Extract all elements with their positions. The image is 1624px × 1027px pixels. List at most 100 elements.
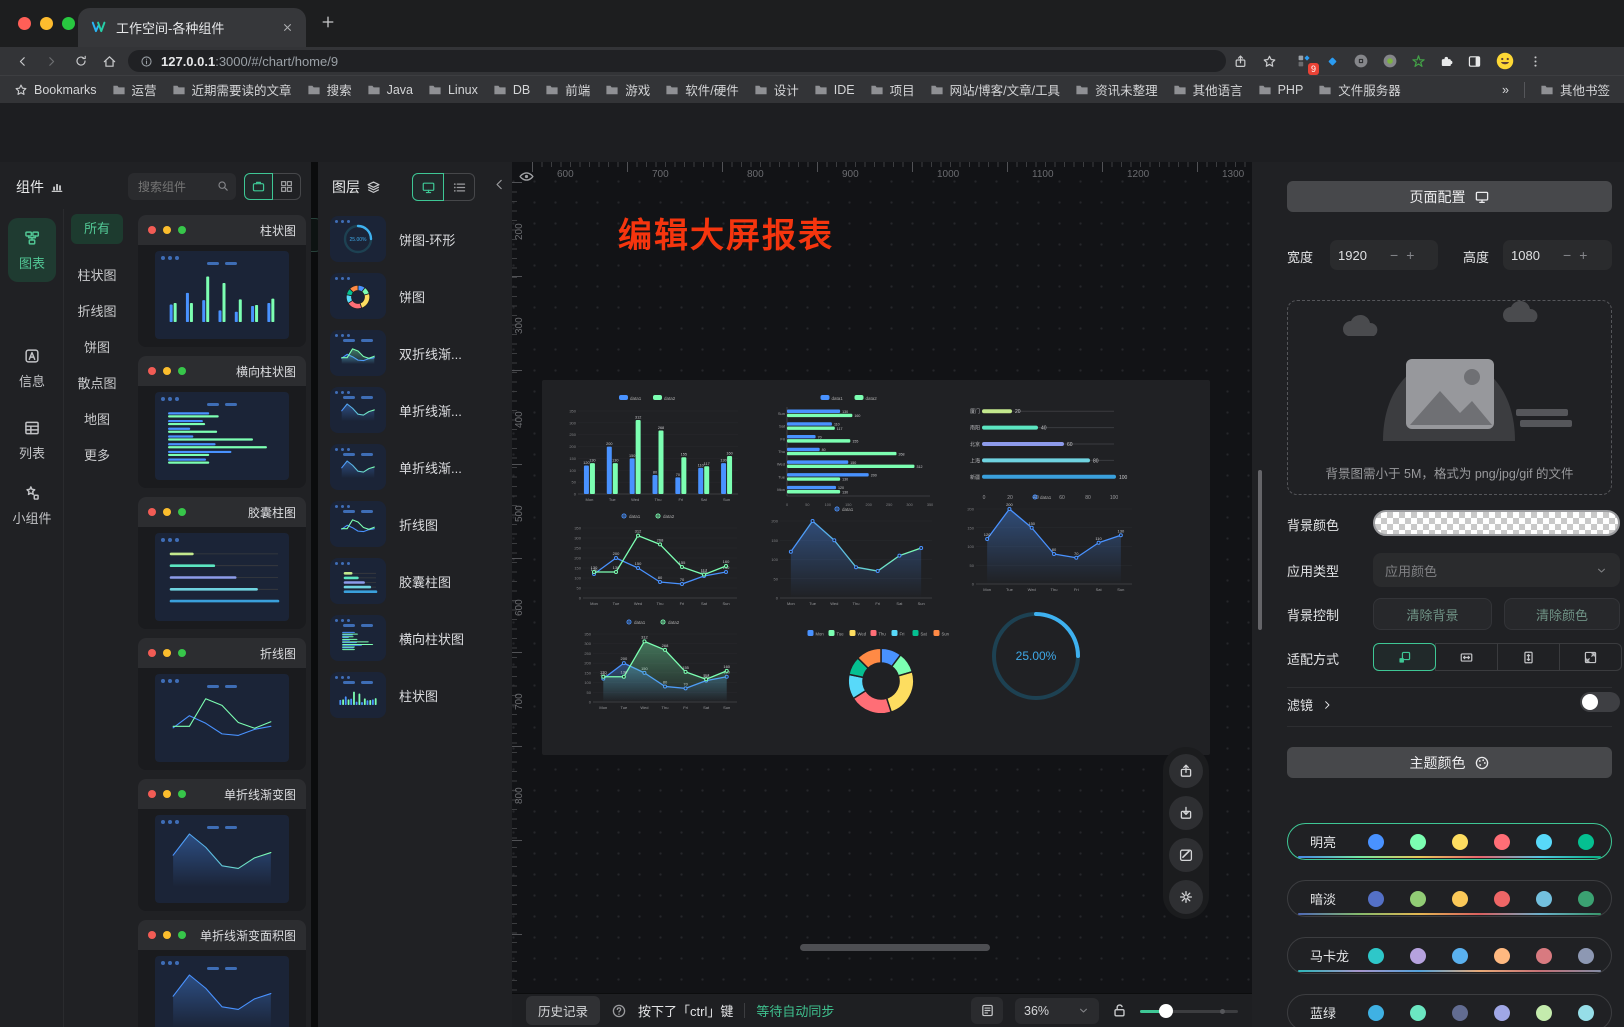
theme-color-dot[interactable] — [1494, 948, 1510, 964]
layer-item[interactable]: 胶囊柱图 — [330, 557, 506, 605]
theme-color-dot[interactable] — [1368, 891, 1384, 907]
width-minus-button[interactable]: − — [1386, 247, 1402, 263]
layer-item[interactable]: 单折线渐... — [330, 443, 506, 491]
home-icon[interactable] — [95, 49, 124, 73]
width-plus-button[interactable]: + — [1402, 247, 1418, 263]
component-card[interactable]: 胶囊柱图 — [138, 497, 306, 629]
quick-note-button[interactable] — [971, 997, 1003, 1024]
height-minus-button[interactable]: − — [1559, 247, 1575, 263]
theme-color-dot[interactable] — [1410, 891, 1426, 907]
panel-scrollbar[interactable] — [1258, 470, 1262, 630]
sidebar-item-4[interactable]: 小组件 — [0, 484, 64, 527]
category-item[interactable]: 更多 — [64, 445, 130, 464]
bg-color-swatch[interactable] — [1373, 510, 1620, 536]
category-all[interactable]: 所有 — [71, 214, 123, 244]
theme-row[interactable]: 蓝绿 — [1287, 994, 1612, 1027]
bookmark-star-icon[interactable] — [1255, 49, 1284, 73]
gradient-line-chart[interactable]: data1050100150200MonTueWedThuFriSatSun — [762, 505, 940, 610]
profile-avatar[interactable] — [1495, 51, 1515, 71]
window-close-button[interactable] — [18, 17, 31, 30]
canvas-text-banner[interactable]: 编辑大屏报表 — [618, 208, 834, 257]
theme-row[interactable]: 明亮 — [1287, 823, 1612, 860]
height-input[interactable]: −+ — [1503, 240, 1612, 270]
category-item[interactable]: 散点图 — [64, 373, 130, 392]
list-view-button[interactable] — [443, 173, 475, 201]
bookmark-folder[interactable]: Linux — [428, 80, 478, 99]
component-card[interactable]: 柱状图 — [138, 215, 306, 347]
bookmark-folder[interactable]: 设计 — [754, 80, 799, 99]
forward-icon[interactable] — [37, 49, 66, 73]
clear-background-button[interactable]: 清除背景 — [1373, 598, 1492, 630]
lock-icon[interactable] — [1111, 1002, 1128, 1019]
import-button[interactable] — [1169, 796, 1203, 830]
address-bar[interactable]: 127.0.0.1:3000/#/chart/home/9 — [128, 50, 1226, 72]
bookmark-folder[interactable]: 搜索 — [307, 80, 352, 99]
horizontal-bar-chart[interactable]: data1data2050100150200250300350Mon120130… — [765, 393, 940, 508]
theme-color-dot[interactable] — [1410, 1005, 1426, 1021]
background-upload-area[interactable]: 背景图需小于 5M，格式为 png/jpg/gif 的文件 — [1287, 300, 1612, 495]
theme-color-dot[interactable] — [1494, 891, 1510, 907]
bookmark-folder[interactable]: DB — [493, 80, 530, 99]
bookmark-folder[interactable]: PHP — [1258, 80, 1304, 99]
category-item[interactable]: 柱状图 — [64, 265, 130, 284]
bookmark-folder[interactable]: 网站/博客/文章/工具 — [930, 80, 1060, 99]
theme-color-header[interactable]: 主题颜色 — [1287, 747, 1612, 778]
bookmark-folder[interactable]: 项目 — [870, 80, 915, 99]
theme-color-dot[interactable] — [1452, 1005, 1468, 1021]
theme-color-dot[interactable] — [1536, 948, 1552, 964]
bookmark-folder[interactable]: Java — [367, 80, 413, 99]
width-value[interactable] — [1338, 248, 1386, 263]
fit-width-button[interactable] — [1435, 643, 1498, 671]
component-card[interactable]: 横向柱状图 — [138, 356, 306, 488]
double-area-chart[interactable]: data1data2050100150200250300350120200150… — [575, 618, 745, 714]
browser-tab[interactable]: 工作空间-各种组件 — [78, 8, 306, 47]
bookmark-folder[interactable]: 前端 — [545, 80, 590, 99]
card-view-button[interactable] — [244, 173, 273, 200]
layer-item[interactable]: 折线图 — [330, 500, 506, 548]
tab-close-icon[interactable] — [281, 21, 294, 34]
dashboard-screenshot-area[interactable]: data1data2050100150200250300350120130Mon… — [542, 380, 1210, 755]
extension-grid-icon[interactable]: 9 — [1296, 53, 1312, 69]
zoom-level-select[interactable]: 36% — [1015, 998, 1099, 1024]
window-minimize-button[interactable] — [40, 17, 53, 30]
recorder-extension-icon[interactable] — [1382, 53, 1398, 69]
fit-scale-button[interactable] — [1373, 643, 1436, 671]
theme-color-dot[interactable] — [1578, 891, 1594, 907]
bar-chart[interactable]: data1data2050100150200250300350120130Mon… — [558, 393, 744, 508]
bookmark-folder[interactable]: 资讯未整理 — [1075, 80, 1158, 99]
green-star-extension-icon[interactable] — [1411, 54, 1426, 69]
category-item[interactable]: 折线图 — [64, 301, 130, 320]
sidebar-item-2[interactable]: 信息 — [0, 347, 64, 390]
theme-color-dot[interactable] — [1578, 948, 1594, 964]
page-config-header[interactable]: 页面配置 — [1287, 181, 1612, 212]
thumbnail-view-button[interactable] — [412, 173, 444, 201]
theme-color-dot[interactable] — [1410, 948, 1426, 964]
height-value[interactable] — [1511, 248, 1559, 263]
bookmarks-root[interactable]: Bookmarks — [14, 83, 97, 97]
bookmark-folder[interactable]: 运营 — [112, 80, 157, 99]
progress-ring-chart[interactable]: 25.00% — [987, 608, 1085, 704]
theme-color-dot[interactable] — [1410, 834, 1426, 850]
eye-icon[interactable] — [518, 168, 535, 185]
browser-menu-icon[interactable] — [1528, 54, 1543, 69]
bookmark-folder[interactable]: IDE — [814, 80, 855, 99]
theme-row[interactable]: 暗淡 — [1287, 880, 1612, 917]
theme-color-dot[interactable] — [1368, 834, 1384, 850]
sidebar-item-3[interactable]: 列表 — [0, 419, 64, 462]
layer-item[interactable]: 饼图 — [330, 272, 506, 320]
fit-height-button[interactable] — [1497, 643, 1560, 671]
horizontal-scrollbar[interactable] — [800, 944, 990, 951]
bookmark-folder[interactable]: 文件服务器 — [1318, 80, 1401, 99]
command-extension-icon[interactable] — [1353, 53, 1369, 69]
height-plus-button[interactable]: + — [1575, 247, 1591, 263]
history-button[interactable]: 历史记录 — [526, 996, 600, 1025]
share-icon[interactable] — [1226, 49, 1255, 73]
theme-color-dot[interactable] — [1452, 834, 1468, 850]
theme-color-dot[interactable] — [1578, 834, 1594, 850]
category-item[interactable]: 饼图 — [64, 337, 130, 356]
theme-color-dot[interactable] — [1536, 891, 1552, 907]
zoom-slider[interactable] — [1140, 1004, 1238, 1018]
diamond-extension-icon[interactable] — [1325, 54, 1340, 69]
bookmark-folder[interactable]: 其他语言 — [1173, 80, 1243, 99]
bookmarks-overflow[interactable]: » — [1502, 83, 1509, 97]
